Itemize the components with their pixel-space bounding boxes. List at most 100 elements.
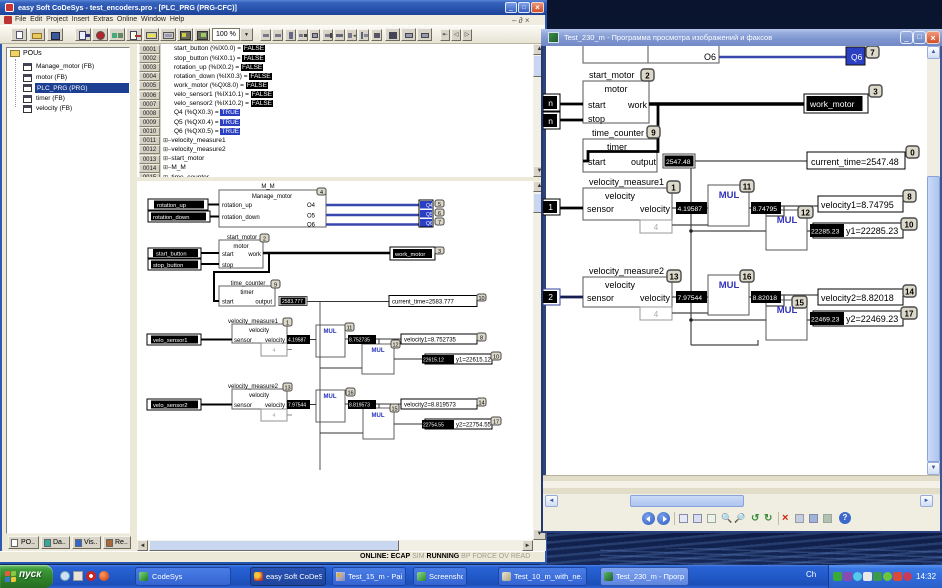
svg-text:4: 4 bbox=[654, 223, 659, 232]
svg-text:8.819573: 8.819573 bbox=[349, 403, 370, 409]
svg-text:17: 17 bbox=[905, 310, 914, 319]
svg-text:22285.23: 22285.23 bbox=[811, 229, 840, 236]
svg-text:17: 17 bbox=[493, 420, 499, 426]
svg-text:9: 9 bbox=[651, 129, 656, 138]
svg-text:6: 6 bbox=[438, 211, 441, 217]
svg-text:MUL: MUL bbox=[324, 329, 337, 335]
svg-text:velocity: velocity bbox=[640, 293, 671, 303]
svg-text:7: 7 bbox=[438, 220, 441, 226]
svg-text:rotation_up: rotation_up bbox=[157, 203, 186, 209]
svg-text:start_motor: start_motor bbox=[589, 70, 635, 80]
svg-text:4: 4 bbox=[272, 413, 275, 419]
svg-text:5: 5 bbox=[438, 202, 441, 208]
svg-text:sensor: sensor bbox=[587, 204, 614, 214]
svg-text:O5: O5 bbox=[307, 214, 316, 220]
svg-text:M_M: M_M bbox=[261, 184, 274, 190]
svg-text:2: 2 bbox=[645, 72, 650, 81]
svg-text:start: start bbox=[588, 157, 606, 167]
svg-text:sensor: sensor bbox=[587, 293, 614, 303]
svg-text:start_motor: start_motor bbox=[227, 235, 257, 241]
svg-text:Manage_motor: Manage_motor bbox=[252, 194, 292, 200]
svg-text:rotation_down: rotation_down bbox=[222, 215, 260, 221]
svg-text:7: 7 bbox=[870, 49, 875, 58]
svg-text:velocity2=8.82018: velocity2=8.82018 bbox=[821, 293, 894, 303]
svg-text:10: 10 bbox=[478, 296, 484, 302]
svg-text:O6: O6 bbox=[307, 223, 316, 229]
svg-text:n: n bbox=[548, 116, 553, 126]
svg-text:velocity_measure1: velocity_measure1 bbox=[589, 177, 664, 187]
svg-text:output: output bbox=[255, 300, 272, 306]
svg-text:velocity: velocity bbox=[265, 403, 285, 409]
svg-text:velocity1=8.752735: velocity1=8.752735 bbox=[404, 338, 457, 344]
svg-text:13: 13 bbox=[284, 386, 290, 392]
svg-text:4: 4 bbox=[320, 190, 323, 196]
svg-text:y1=22285.23: y1=22285.23 bbox=[846, 226, 898, 236]
svg-text:rotation_up: rotation_up bbox=[222, 203, 253, 209]
svg-text:start: start bbox=[588, 100, 606, 110]
svg-text:velo_sensor2: velo_sensor2 bbox=[153, 403, 187, 409]
svg-text:0: 0 bbox=[910, 149, 915, 158]
svg-text:work_motor: work_motor bbox=[394, 252, 425, 258]
svg-text:4.19587: 4.19587 bbox=[678, 206, 703, 213]
svg-text:MUL: MUL bbox=[719, 190, 740, 201]
svg-text:8.752735: 8.752735 bbox=[349, 338, 370, 344]
svg-text:15: 15 bbox=[391, 407, 397, 413]
svg-text:start: start bbox=[222, 300, 234, 306]
svg-text:O4: O4 bbox=[307, 203, 316, 209]
svg-text:velocity2=8.819573: velocity2=8.819573 bbox=[404, 403, 457, 409]
svg-text:velocity_measure2: velocity_measure2 bbox=[228, 384, 279, 390]
svg-text:2583.777: 2583.777 bbox=[282, 299, 303, 305]
svg-text:time_counter: time_counter bbox=[592, 128, 644, 138]
svg-text:1: 1 bbox=[671, 184, 676, 193]
svg-text:14: 14 bbox=[905, 288, 914, 297]
svg-text:velocity_measure1: velocity_measure1 bbox=[228, 319, 279, 325]
svg-text:11: 11 bbox=[347, 326, 353, 332]
svg-text:y2=22754.55: y2=22754.55 bbox=[456, 423, 492, 429]
svg-text:stop: stop bbox=[588, 114, 605, 124]
svg-text:y1=22615.12: y1=22615.12 bbox=[456, 358, 492, 364]
svg-text:22469.23: 22469.23 bbox=[811, 317, 840, 324]
svg-text:sensor: sensor bbox=[234, 403, 252, 409]
svg-text:velocity: velocity bbox=[640, 204, 671, 214]
svg-text:timer: timer bbox=[607, 142, 627, 152]
svg-text:MUL: MUL bbox=[777, 215, 798, 226]
svg-text:7.97544: 7.97544 bbox=[288, 403, 306, 409]
svg-text:velo_sensor1: velo_sensor1 bbox=[153, 338, 187, 344]
svg-text:start: start bbox=[222, 252, 234, 258]
svg-text:10: 10 bbox=[905, 221, 914, 230]
svg-text:22754.55: 22754.55 bbox=[423, 423, 444, 429]
svg-text:work_motor: work_motor bbox=[809, 99, 855, 109]
svg-text:13: 13 bbox=[670, 273, 679, 282]
svg-text:Q6: Q6 bbox=[851, 52, 863, 62]
svg-text:8: 8 bbox=[907, 193, 912, 202]
svg-text:MUL: MUL bbox=[324, 394, 337, 400]
svg-text:1: 1 bbox=[548, 202, 553, 212]
svg-text:Q4: Q4 bbox=[426, 203, 433, 209]
svg-text:work: work bbox=[627, 100, 648, 110]
svg-text:MUL: MUL bbox=[719, 280, 740, 291]
svg-text:7.97544: 7.97544 bbox=[678, 295, 703, 302]
svg-text:motor: motor bbox=[604, 84, 627, 94]
svg-text:4: 4 bbox=[272, 348, 275, 354]
svg-text:10: 10 bbox=[493, 355, 499, 361]
svg-text:12: 12 bbox=[392, 343, 398, 349]
svg-text:velocity: velocity bbox=[249, 393, 269, 399]
svg-text:current_time=2547.48: current_time=2547.48 bbox=[811, 157, 899, 167]
svg-text:15: 15 bbox=[795, 299, 804, 308]
svg-text:time_counter: time_counter bbox=[231, 281, 266, 287]
svg-text:velocity: velocity bbox=[605, 280, 636, 290]
svg-text:12: 12 bbox=[801, 209, 810, 218]
svg-text:1: 1 bbox=[286, 321, 289, 327]
svg-text:sensor: sensor bbox=[234, 338, 252, 344]
svg-text:16: 16 bbox=[743, 273, 752, 282]
svg-text:2: 2 bbox=[263, 237, 266, 243]
svg-text:2547.48: 2547.48 bbox=[666, 159, 691, 166]
svg-text:stop: stop bbox=[222, 263, 234, 269]
svg-text:11: 11 bbox=[743, 183, 752, 192]
svg-text:velocity1=8.74795: velocity1=8.74795 bbox=[821, 200, 894, 210]
svg-text:2: 2 bbox=[548, 292, 553, 302]
svg-text:3: 3 bbox=[438, 249, 441, 255]
svg-text:8.74795: 8.74795 bbox=[753, 206, 778, 213]
svg-text:start_button: start_button bbox=[156, 252, 187, 258]
svg-text:Q5: Q5 bbox=[426, 212, 433, 218]
